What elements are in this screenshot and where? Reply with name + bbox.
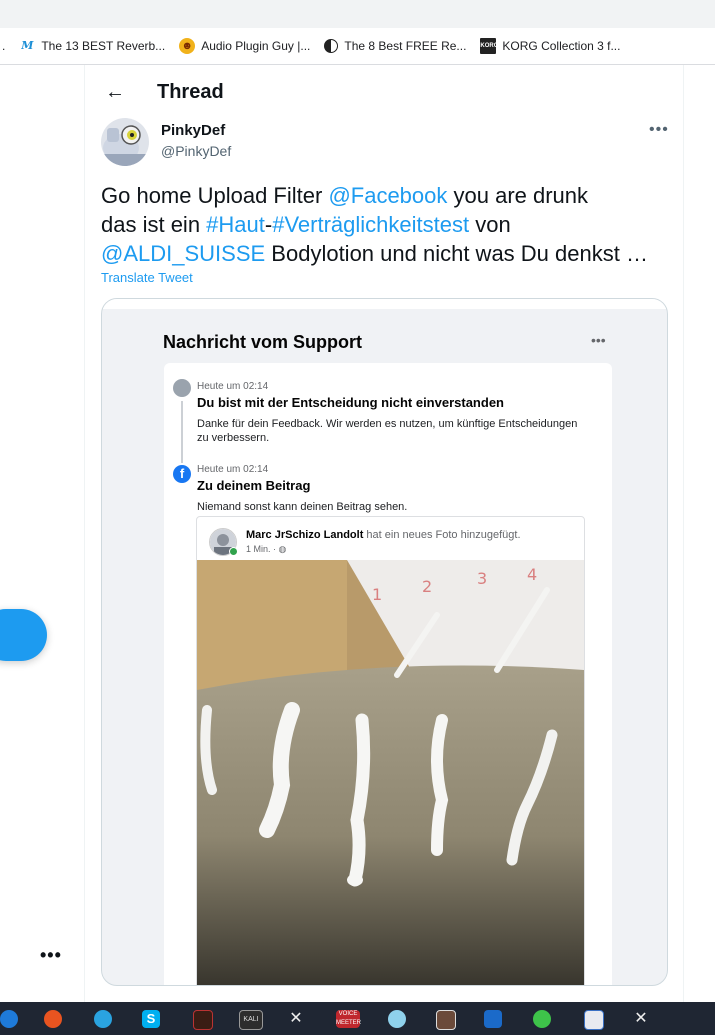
message-timestamp: Heute um 02:14 (197, 464, 269, 475)
ubuntu-icon[interactable] (44, 1010, 62, 1028)
kali-icon[interactable]: KALI (239, 1010, 263, 1030)
user-display-name[interactable]: PinkyDef (161, 122, 225, 139)
bookmark-overflow: . (2, 39, 6, 53)
app-icon[interactable] (0, 1010, 18, 1028)
tweet-line-3: @ALDI_SUISSE Bodylotion und nicht was Du… (101, 241, 648, 266)
avatar[interactable] (101, 118, 149, 166)
post-timestamp: 1 Min. · ◍ (246, 544, 287, 554)
bookmark-free-reverb[interactable]: The 8 Best FREE Re... (324, 39, 466, 53)
message-body: Niemand sonst kann deinen Beitrag sehen. (197, 501, 408, 513)
fb-options-icon: ••• (591, 332, 606, 348)
half-circle-icon (324, 39, 339, 53)
user-handle[interactable]: @PinkyDef (161, 143, 231, 159)
bookmark-reverb[interactable]: M The 13 BEST Reverb... (19, 38, 165, 54)
browser-tab-strip (0, 0, 715, 28)
message-heading: Du bist mit der Entscheidung nicht einve… (197, 395, 504, 410)
bookmark-plugin-guy[interactable]: ☻ Audio Plugin Guy |... (179, 38, 310, 54)
column-divider-right (683, 65, 684, 1002)
tweet-line-2: das ist ein #Haut-#Verträglichkeitstest … (101, 212, 511, 237)
mention-aldi-suisse[interactable]: @ALDI_SUISSE (101, 241, 265, 266)
thread-connector (181, 401, 183, 463)
tweet-media-image[interactable]: Nachricht vom Support ••• Heute um 02:14… (101, 298, 668, 986)
virtualbox-icon[interactable] (484, 1010, 502, 1028)
x-app-icon[interactable]: ✕ (287, 1010, 305, 1028)
audio-app-icon[interactable] (436, 1010, 456, 1030)
post-author: Marc JrSchizo Landolt hat ein neues Foto… (246, 529, 521, 541)
translate-tweet-link[interactable]: Translate Tweet (101, 270, 193, 285)
message-body: Danke für dein Feedback. Wir werden es n… (197, 418, 578, 444)
column-divider-left (84, 65, 85, 1002)
x-app-icon[interactable]: ✕ (632, 1010, 650, 1028)
telegram-icon[interactable] (94, 1010, 112, 1028)
terminal-icon[interactable] (193, 1010, 213, 1030)
cloud-sync-icon[interactable] (388, 1010, 406, 1028)
plugin-guy-icon: ☻ (179, 38, 196, 54)
tweet-text: Go home Upload Filter @Facebook you are … (101, 181, 671, 268)
fb-support-title: Nachricht vom Support (163, 332, 363, 352)
message-heading: Zu deinem Beitrag (197, 478, 311, 493)
online-status-dot (229, 547, 238, 556)
hashtag-vertraeglichkeitstest[interactable]: #Verträglichkeitstest (272, 212, 469, 237)
svg-text:4: 4 (527, 565, 537, 584)
back-arrow-icon[interactable]: ← (105, 81, 127, 104)
bookmark-korg[interactable]: KORG KORG Collection 3 f... (480, 38, 620, 54)
svg-text:2: 2 (422, 577, 432, 596)
lotion-test-photo: 1 2 3 4 (197, 560, 584, 985)
svg-text:3: 3 (477, 569, 487, 588)
mention-facebook[interactable]: @Facebook (328, 183, 447, 208)
m-script-icon: M (21, 39, 34, 52)
tweet-options-icon[interactable]: ••• (649, 121, 669, 139)
facebook-icon: f (173, 465, 191, 483)
window-app-icon[interactable] (584, 1010, 604, 1030)
message-timestamp: Heute um 02:14 (197, 381, 269, 392)
page-title: Thread (157, 80, 224, 103)
bookmarks-bar: . M The 13 BEST Reverb... ☻ Audio Plugin… (0, 28, 715, 65)
hashtag-haut[interactable]: #Haut (206, 212, 265, 237)
wechat-icon[interactable] (533, 1010, 551, 1028)
svg-text:1: 1 (372, 585, 382, 604)
skype-icon[interactable]: S (142, 1010, 160, 1028)
embedded-fb-post: Marc JrSchizo Landolt hat ein neues Foto… (196, 516, 585, 985)
voicemeeter-icon[interactable]: VOICE MEETER (336, 1010, 361, 1028)
thread-header: ← Thread (85, 66, 683, 118)
media-top-crop (102, 299, 667, 309)
windows-taskbar: S KALI ✕ VOICE MEETER ✕ (0, 1002, 715, 1035)
avatar (173, 379, 191, 397)
fb-message-card: Heute um 02:14 Du bist mit der Entscheid… (164, 363, 612, 985)
korg-icon: KORG (480, 38, 498, 54)
tweet-line-1: Go home Upload Filter @Facebook you are … (101, 183, 589, 208)
more-menu-icon[interactable]: ••• (40, 945, 62, 966)
